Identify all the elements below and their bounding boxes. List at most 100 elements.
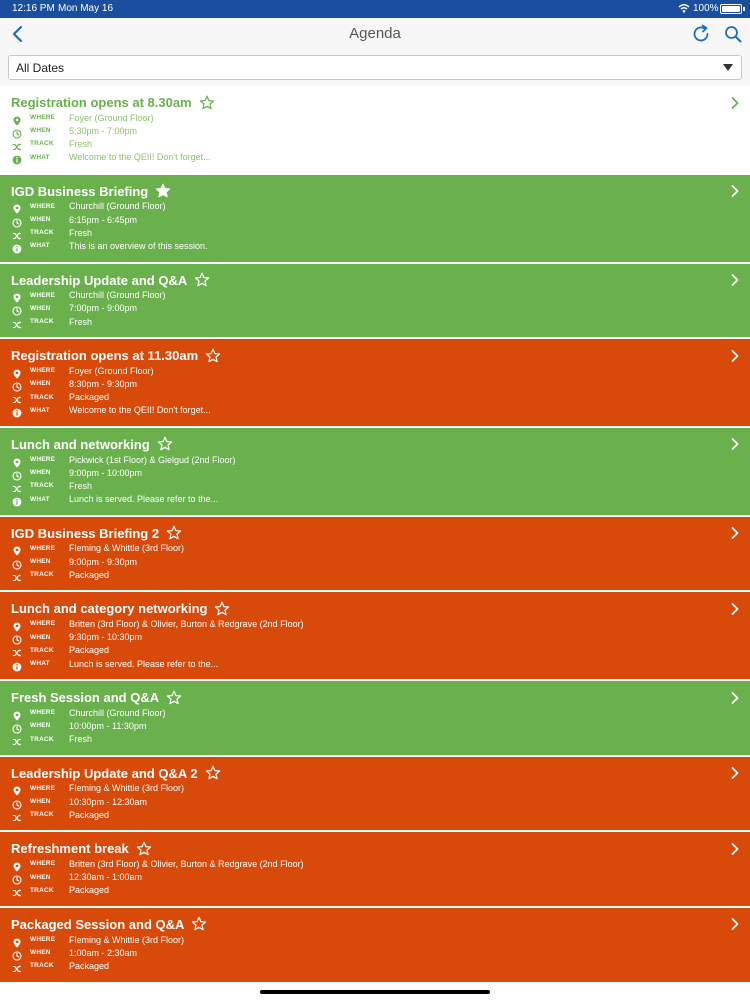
value-when: 10:00pm - 11:30pm: [69, 720, 147, 731]
chevron-right-icon: [731, 274, 739, 286]
agenda-item-title-row: IGD Business Briefing: [11, 183, 750, 200]
value-where: Fleming & Whittle (3rd Floor): [69, 783, 185, 794]
agenda-item[interactable]: Lunch and networking WHERE Pickwick (1st…: [0, 427, 750, 517]
star-outline-icon[interactable]: [214, 601, 230, 617]
row-when: WHEN 6:15pm - 6:45pm: [11, 213, 750, 228]
agenda-item-title: Leadership Update and Q&A 2: [11, 765, 198, 781]
caret-down-icon: [723, 64, 733, 71]
label-where: WHERE: [30, 456, 56, 464]
agenda-item[interactable]: IGD Business Briefing WHERE Churchill (G…: [0, 174, 750, 264]
clock-icon: [12, 872, 22, 885]
value-when: 8:30pm - 9:30pm: [69, 378, 138, 389]
shuffle-icon: [12, 481, 22, 493]
agenda-item[interactable]: Leadership Update and Q&A 2 WHERE Flemin…: [0, 756, 750, 833]
agenda-item-title: Refreshment break: [11, 841, 129, 857]
chevron-right-icon: [731, 691, 739, 704]
nav-bar: Agenda: [0, 18, 750, 50]
row-what: WHAT Lunch is served. Please refer to th…: [11, 657, 750, 671]
value-where: Fleming & Whittle (3rd Floor): [69, 934, 185, 945]
label-where: WHERE: [30, 936, 56, 944]
search-icon[interactable]: [722, 23, 744, 45]
value-where: Fleming & Whittle (3rd Floor): [69, 543, 185, 554]
label-what: WHAT: [30, 495, 50, 503]
chevron-right-icon: [731, 918, 739, 931]
value-when: 9:30pm - 10:30pm: [69, 632, 143, 643]
label-where: WHERE: [30, 291, 56, 299]
location-pin-icon: [12, 113, 22, 126]
value-track: Fresh: [69, 734, 93, 745]
label-where: WHERE: [30, 784, 56, 792]
agenda-item-title: IGD Business Briefing: [11, 183, 149, 199]
date-filter-value: All Dates: [16, 61, 65, 75]
agenda-item[interactable]: Packaged Session and Q&A WHERE Fleming &…: [0, 907, 750, 984]
label-track: TRACK: [30, 393, 54, 401]
star-outline-icon[interactable]: [166, 525, 182, 541]
value-when: 10:30pm - 12:30am: [69, 796, 148, 807]
value-where: Britten (3rd Floor) & Olivier, Burton & …: [69, 858, 304, 869]
value-when: 12:30am - 1:00am: [69, 872, 143, 883]
shuffle-icon: [12, 228, 22, 240]
row-when: WHEN 1:00am - 2:30am: [11, 946, 750, 961]
row-track: TRACK Packaged: [11, 391, 750, 404]
row-where: WHERE Fleming & Whittle (3rd Floor): [11, 542, 750, 556]
status-date: Mon May 16: [58, 3, 114, 14]
clock-icon: [12, 948, 22, 961]
row-where: WHERE Foyer (Ground Floor): [11, 364, 750, 379]
info-icon: [12, 494, 22, 507]
agenda-item-title-row: Leadership Update and Q&A: [11, 272, 750, 289]
home-indicator: [260, 990, 490, 994]
location-pin-icon: [12, 201, 22, 214]
star-outline-icon[interactable]: [191, 916, 207, 932]
agenda-item-title: Registration opens at 11.30am: [11, 348, 199, 364]
label-where: WHERE: [30, 620, 56, 628]
row-when: WHEN 8:30pm - 9:30pm: [11, 377, 750, 392]
agenda-item[interactable]: Registration opens at 11.30am WHERE Foye…: [0, 339, 750, 428]
chevron-right-icon: [731, 438, 739, 451]
label-where: WHERE: [30, 544, 56, 552]
label-track: TRACK: [30, 140, 54, 148]
value-track: Fresh: [69, 227, 93, 238]
shuffle-icon: [12, 645, 22, 658]
battery-percent: 100%: [693, 3, 719, 14]
value-track: Packaged: [69, 569, 110, 580]
agenda-item-title-row: IGD Business Briefing 2: [11, 525, 750, 542]
agenda-item[interactable]: IGD Business Briefing 2 WHERE Fleming & …: [0, 516, 750, 593]
label-when: WHEN: [30, 127, 51, 135]
star-outline-icon[interactable]: [205, 348, 221, 364]
label-where: WHERE: [30, 114, 56, 122]
row-when: WHEN 5:30pm - 7:00pm: [11, 124, 750, 139]
battery-icon: [720, 4, 742, 14]
row-when: WHEN 9:30pm - 10:30pm: [11, 631, 750, 645]
star-outline-icon[interactable]: [157, 436, 173, 452]
row-where: WHERE Churchill (Ground Floor): [11, 706, 750, 721]
agenda-item[interactable]: Refreshment break WHERE Britten (3rd Flo…: [0, 832, 750, 908]
label-track: TRACK: [30, 811, 54, 819]
row-where: WHERE Fleming & Whittle (3rd Floor): [11, 933, 750, 948]
star-outline-icon[interactable]: [194, 272, 210, 288]
agenda-item-title-row: Fresh Session and Q&A: [11, 689, 750, 706]
chevron-right-icon: [731, 602, 739, 615]
agenda-item[interactable]: Leadership Update and Q&A WHERE Churchil…: [0, 263, 750, 340]
date-filter-select[interactable]: All Dates: [8, 55, 742, 80]
agenda-list: Registration opens at 8.30am WHERE Foyer…: [0, 86, 750, 984]
star-outline-icon[interactable]: [136, 841, 152, 857]
clock-icon: [12, 126, 22, 139]
agenda-item-title-row: Lunch and category networking: [11, 600, 750, 617]
value-where: Churchill (Ground Floor): [69, 290, 166, 301]
star-outline-icon[interactable]: [166, 690, 182, 706]
star-filled-icon[interactable]: [155, 183, 171, 199]
refresh-icon[interactable]: [690, 23, 712, 45]
row-track: TRACK Packaged: [11, 884, 750, 898]
row-track: TRACK Fresh: [11, 315, 750, 329]
label-when: WHEN: [30, 216, 51, 224]
agenda-item[interactable]: Registration opens at 8.30am WHERE Foyer…: [0, 86, 750, 175]
agenda-item[interactable]: Fresh Session and Q&A WHERE Churchill (G…: [0, 681, 750, 757]
agenda-item[interactable]: Lunch and category networking WHERE Brit…: [0, 592, 750, 682]
label-when: WHEN: [30, 380, 51, 388]
star-outline-icon[interactable]: [205, 765, 221, 781]
row-where: WHERE Foyer (Ground Floor): [11, 111, 750, 126]
row-what: WHAT This is an overview of this session…: [11, 239, 750, 254]
agenda-item-title-row: Registration opens at 8.30am: [11, 94, 750, 111]
agenda-item-title: Packaged Session and Q&A: [11, 916, 185, 932]
star-outline-icon[interactable]: [199, 95, 215, 111]
